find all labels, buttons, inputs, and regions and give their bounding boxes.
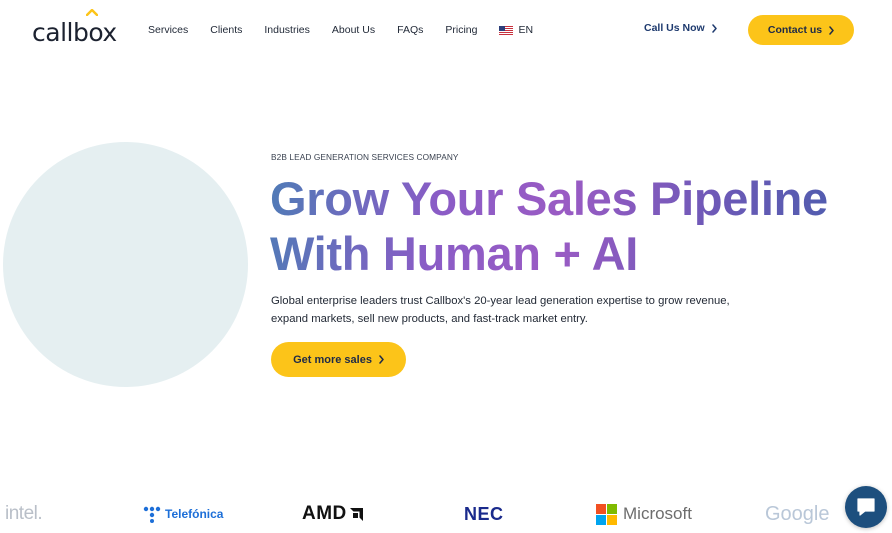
hero-headline-line-2: With Human + AI bbox=[270, 227, 639, 280]
microsoft-wordmark: Microsoft bbox=[623, 504, 692, 523]
google-logo: Google bbox=[765, 495, 830, 533]
amd-wordmark: AMD bbox=[302, 503, 347, 524]
logo-wordmark: callbox bbox=[32, 18, 117, 47]
chat-bubble-icon bbox=[857, 498, 875, 516]
hero-headline: Grow Your Sales Pipeline With Human + AI bbox=[270, 171, 828, 281]
microsoft-logo: Microsoft bbox=[596, 495, 692, 533]
hero-eyebrow: B2B LEAD GENERATION SERVICES COMPANY bbox=[271, 152, 459, 162]
main-nav: Services Clients Industries About Us FAQ… bbox=[148, 23, 533, 37]
language-selector[interactable]: EN bbox=[499, 24, 533, 36]
contact-us-label: Contact us bbox=[767, 24, 823, 36]
hero-subtext: Global enterprise leaders trust Callbox'… bbox=[271, 295, 730, 325]
nec-wordmark: NEC bbox=[464, 503, 504, 524]
telefonica-dots-icon bbox=[143, 506, 161, 523]
hero-decorative-circle bbox=[3, 142, 248, 387]
nav-item-industries[interactable]: Industries bbox=[264, 24, 310, 36]
client-logos-strip: intel. Telefónica AMD NEC Microsoft Goog… bbox=[0, 495, 892, 533]
amd-arrow-icon bbox=[349, 507, 363, 521]
microsoft-squares-icon bbox=[596, 503, 617, 525]
call-us-now-link[interactable]: Call Us Now bbox=[644, 22, 717, 34]
amd-logo: AMD bbox=[302, 495, 364, 533]
nec-logo: NEC bbox=[464, 495, 504, 533]
call-us-now-label: Call Us Now bbox=[644, 22, 705, 34]
contact-us-button[interactable]: Contact us bbox=[748, 15, 854, 45]
nav-item-services[interactable]: Services bbox=[148, 24, 188, 36]
chevron-right-icon bbox=[711, 23, 717, 33]
chat-widget-button[interactable] bbox=[845, 486, 887, 528]
intel-logo: intel. bbox=[5, 495, 43, 533]
language-label: EN bbox=[518, 24, 534, 36]
site-header: callbox Services Clients Industries Abou… bbox=[0, 0, 892, 60]
nav-item-pricing[interactable]: Pricing bbox=[445, 24, 477, 36]
callbox-logo[interactable]: callbox bbox=[32, 8, 117, 47]
telefonica-wordmark: Telefónica bbox=[165, 507, 224, 521]
nav-item-faqs[interactable]: FAQs bbox=[397, 24, 423, 36]
intel-wordmark: intel. bbox=[5, 503, 43, 524]
nav-item-clients[interactable]: Clients bbox=[210, 24, 242, 36]
chevron-right-icon bbox=[379, 355, 384, 364]
chevron-right-icon bbox=[829, 25, 834, 35]
logo-caret-icon bbox=[86, 9, 98, 16]
get-more-sales-button[interactable]: Get more sales bbox=[271, 342, 406, 377]
us-flag-icon bbox=[499, 25, 514, 35]
hero-headline-line-1: Grow Your Sales Pipeline bbox=[270, 172, 828, 225]
get-more-sales-label: Get more sales bbox=[293, 353, 372, 366]
telefonica-logo: Telefónica bbox=[143, 495, 223, 533]
google-wordmark: Google bbox=[765, 502, 830, 525]
nav-item-about-us[interactable]: About Us bbox=[332, 24, 375, 36]
